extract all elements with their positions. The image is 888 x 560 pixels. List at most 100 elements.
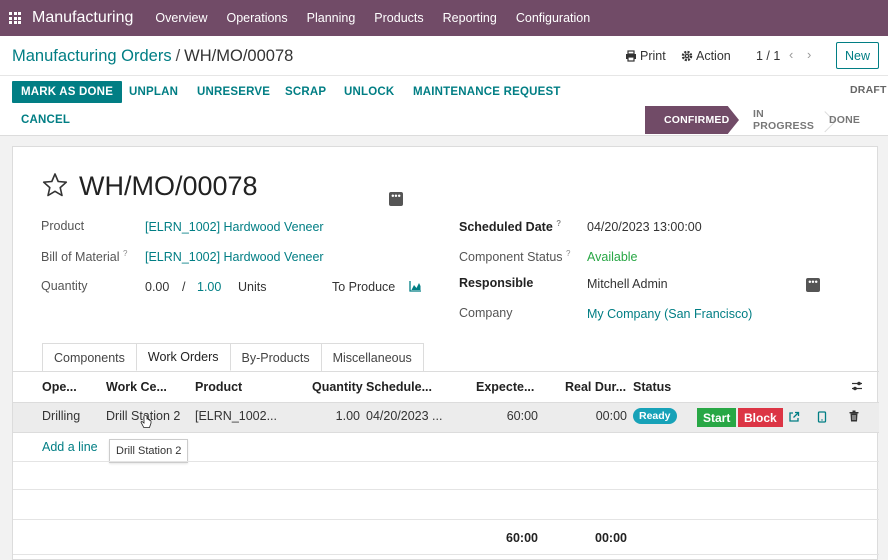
add-line-link[interactable]: Add a line <box>42 440 98 454</box>
quantity-separator: / <box>182 280 186 294</box>
more-options-icon[interactable]: ••• <box>389 192 403 206</box>
menu-reporting[interactable]: Reporting <box>443 11 497 25</box>
top-navbar: Manufacturing Overview Operations Planni… <box>0 0 888 36</box>
pager-next-icon[interactable]: › <box>807 47 811 62</box>
menu-configuration[interactable]: Configuration <box>516 11 590 25</box>
bom-label-text: Bill of Material <box>41 250 120 265</box>
menu-planning[interactable]: Planning <box>307 11 356 25</box>
status-in-progress[interactable]: IN PROGRESS <box>739 106 821 134</box>
star-icon[interactable] <box>41 171 69 199</box>
unplan-button[interactable]: UNPLAN <box>129 81 178 103</box>
pager-value[interactable]: 1 / 1 <box>756 49 780 63</box>
menu-products[interactable]: Products <box>374 11 423 25</box>
quantity-total[interactable]: 1.00 <box>197 280 221 294</box>
bom-help-icon[interactable]: ? <box>123 249 127 258</box>
mark-as-done-button[interactable]: MARK AS DONE <box>12 81 123 103</box>
print-label: Print <box>640 49 666 63</box>
cell-quantity[interactable]: 1.00 <box>319 409 360 423</box>
pager-prev-icon[interactable]: ‹ <box>789 47 793 62</box>
bom-value[interactable]: [ELRN_1002] Hardwood Veneer <box>145 250 324 264</box>
company-label: Company <box>459 306 513 320</box>
scheduled-date-label-text: Scheduled Date <box>459 220 553 235</box>
tabs-divider <box>13 371 879 372</box>
cell-product[interactable]: [ELRN_1002... <box>195 409 277 423</box>
component-status-label-text: Component Status <box>459 250 563 265</box>
company-value[interactable]: My Company (San Francisco) <box>587 307 752 321</box>
to-produce-label: To Produce <box>332 280 396 294</box>
trash-icon[interactable] <box>849 410 859 422</box>
tab-components[interactable]: Components <box>42 343 137 371</box>
status-done[interactable]: DONE <box>829 106 860 134</box>
tab-by-products[interactable]: By-Products <box>229 343 322 371</box>
breadcrumb-separator: / <box>175 47 181 65</box>
menu-operations[interactable]: Operations <box>226 11 287 25</box>
column-header-work-center[interactable]: Work Ce... <box>106 380 167 394</box>
tablet-icon[interactable] <box>817 411 827 423</box>
column-header-operation[interactable]: Ope... <box>42 380 77 394</box>
notebook-tabs: Components Work Orders By-Products Misce… <box>42 343 424 371</box>
external-link-icon[interactable] <box>788 411 800 423</box>
new-button[interactable]: New <box>836 42 879 69</box>
control-panel: Manufacturing Orders / WH/MO/00078 Print A… <box>0 36 888 136</box>
total-expected: 60:00 <box>506 531 538 545</box>
scrap-button[interactable]: SCRAP <box>285 81 326 103</box>
start-button[interactable]: Start <box>697 408 737 427</box>
responsible-label: Responsible <box>459 276 534 290</box>
product-label: Product <box>41 219 85 233</box>
menu-overview[interactable]: Overview <box>155 11 207 25</box>
cell-operation[interactable]: Drilling <box>42 409 80 423</box>
bom-label: Bill of Material ? <box>41 249 127 264</box>
form-sheet: WH/MO/00078 ••• Product [ELRN_1002] Hard… <box>12 146 879 560</box>
cancel-button[interactable]: CANCEL <box>21 109 70 131</box>
status-bar: CONFIRMED IN PROGRESS DONE <box>645 106 860 134</box>
scheduled-help-icon[interactable]: ? <box>556 219 561 228</box>
quantity-uom[interactable]: Units <box>238 280 266 294</box>
apps-menu-icon[interactable] <box>9 12 21 24</box>
record-title: WH/MO/00078 <box>79 171 258 201</box>
component-status-help-icon[interactable]: ? <box>566 249 570 258</box>
action-button[interactable]: Action <box>681 49 731 63</box>
breadcrumb-parent-link[interactable]: Manufacturing Orders <box>12 47 172 65</box>
control-panel-divider <box>0 75 888 76</box>
unreserve-button[interactable]: UNRESERVE <box>197 81 270 103</box>
quantity-label: Quantity <box>41 279 88 293</box>
scheduled-date-value[interactable]: 04/20/2023 13:00:00 <box>587 220 702 234</box>
column-header-product[interactable]: Product <box>195 380 242 394</box>
product-value[interactable]: [ELRN_1002] Hardwood Veneer <box>145 220 324 234</box>
optional-columns-icon[interactable] <box>851 380 863 392</box>
row-divider <box>13 489 879 490</box>
component-status-value: Available <box>587 250 638 264</box>
gear-icon <box>681 50 693 62</box>
tooltip: Drill Station 2 <box>109 439 189 463</box>
area-chart-icon[interactable] <box>409 280 422 292</box>
breadcrumb-current: WH/MO/00078 <box>184 47 294 65</box>
status-badge: Ready <box>633 408 677 424</box>
tab-miscellaneous[interactable]: Miscellaneous <box>320 343 424 371</box>
total-real-duration: 00:00 <box>595 531 627 545</box>
maintenance-request-button[interactable]: MAINTENANCE REQUEST <box>413 81 561 103</box>
responsible-more-icon[interactable]: ••• <box>806 278 820 292</box>
app-name[interactable]: Manufacturing <box>32 9 133 27</box>
row-divider <box>13 554 879 555</box>
column-header-quantity[interactable]: Quantity <box>312 380 363 394</box>
column-header-real-duration[interactable]: Real Dur... <box>565 380 626 394</box>
component-status-label: Component Status ? <box>459 249 570 264</box>
tab-work-orders[interactable]: Work Orders <box>135 343 231 371</box>
status-separator <box>821 106 829 134</box>
print-button[interactable]: Print <box>625 49 666 63</box>
action-label: Action <box>696 49 731 63</box>
column-header-expected[interactable]: Expecte... <box>476 380 534 394</box>
cell-real-duration[interactable]: 00:00 <box>581 409 627 423</box>
column-header-scheduled[interactable]: Schedule... <box>366 380 432 394</box>
responsible-value[interactable]: Mitchell Admin <box>587 277 668 291</box>
block-button[interactable]: Block <box>738 408 783 427</box>
breadcrumb: Manufacturing Orders / WH/MO/00078 <box>12 47 293 66</box>
quantity-done[interactable]: 0.00 <box>145 280 169 294</box>
cell-scheduled[interactable]: 04/20/2023 ... <box>366 409 442 423</box>
unlock-button[interactable]: UNLOCK <box>344 81 394 103</box>
cell-expected[interactable]: 60:00 <box>493 409 538 423</box>
row-divider <box>13 461 879 462</box>
status-draft[interactable]: DRAFT <box>850 84 887 96</box>
column-header-status[interactable]: Status <box>633 380 671 394</box>
status-confirmed[interactable]: CONFIRMED <box>645 106 739 134</box>
